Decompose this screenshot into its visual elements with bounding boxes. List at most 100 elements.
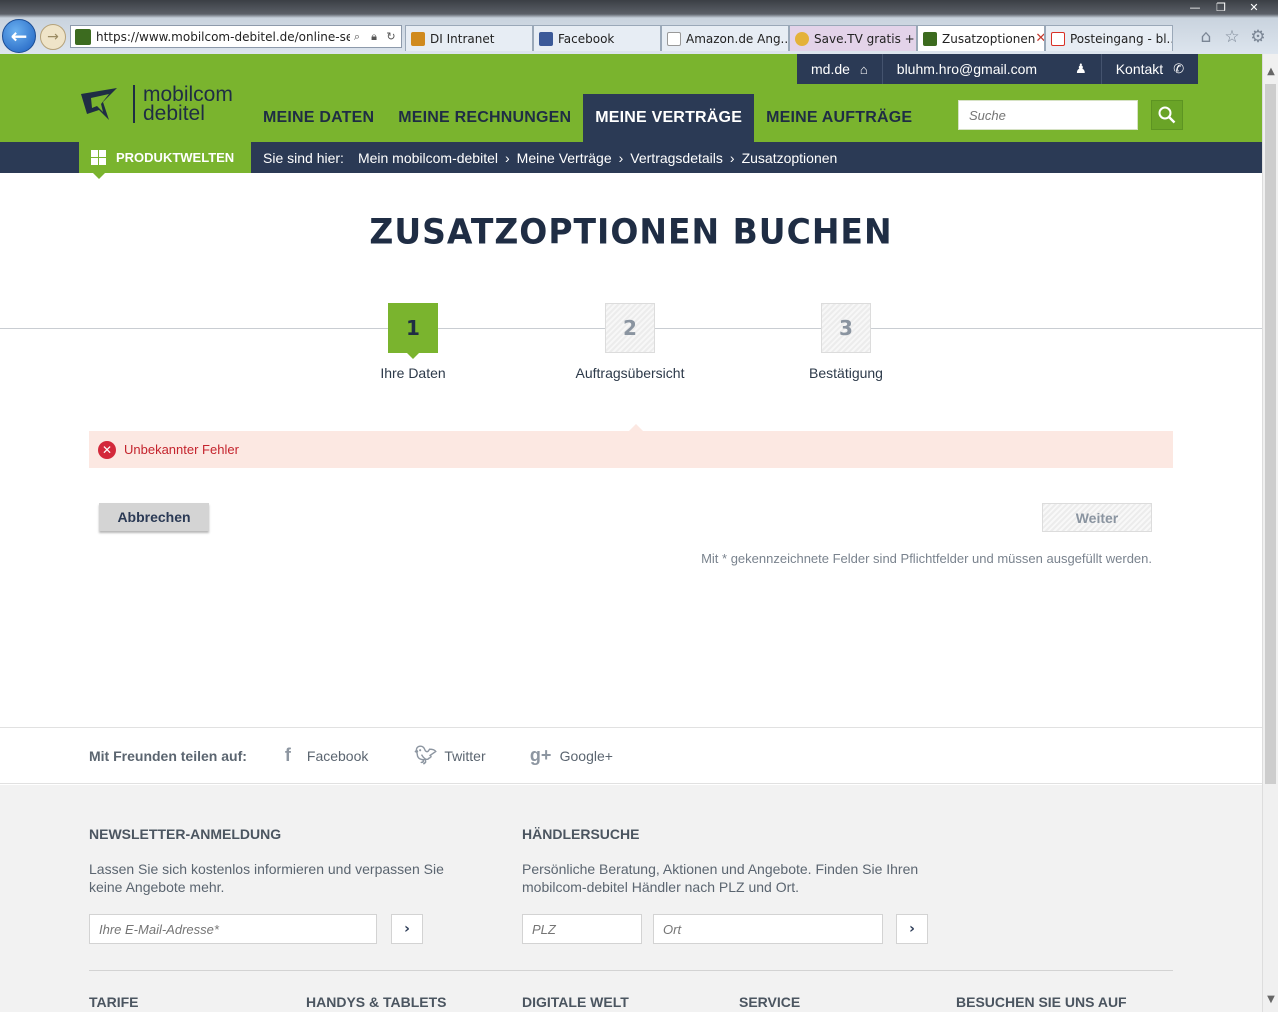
- plz-input[interactable]: [522, 914, 642, 944]
- produktwelten-button[interactable]: PRODUKTWELTEN: [79, 142, 251, 179]
- breadcrumb-separator: ›: [618, 149, 624, 166]
- footer-col-besuchen[interactable]: BESUCHEN SIE UNS AUF: [956, 994, 1127, 1010]
- logo-line-2: debitel: [143, 102, 205, 125]
- restore-button[interactable]: ❐: [1208, 0, 1234, 14]
- nav-meine-vertraege[interactable]: MEINE VERTRÄGE: [583, 94, 755, 142]
- share-googleplus-label: Google+: [559, 747, 613, 764]
- facebook-icon: f: [284, 745, 291, 765]
- error-icon: ✕: [98, 440, 116, 459]
- tab-favicon-icon: [923, 31, 937, 46]
- newsletter-heading: NEWSLETTER-ANMELDUNG: [89, 826, 282, 842]
- step-number: 3: [821, 303, 871, 353]
- footer-col-tarife[interactable]: TARIFE: [89, 994, 139, 1010]
- tab-di-intranet[interactable]: DI Intranet: [405, 25, 533, 51]
- minimize-button[interactable]: —: [1182, 0, 1208, 14]
- tab-posteingang[interactable]: Posteingang - bl...: [1045, 25, 1173, 51]
- newsletter-text: Lassen Sie sich kostenlos informieren un…: [89, 861, 444, 895]
- refresh-icon[interactable]: ↻: [384, 30, 398, 43]
- footer-col-service[interactable]: SERVICE: [739, 994, 800, 1010]
- home-icon: ⌂: [859, 61, 868, 77]
- tab-label: Zusatzoptionen: [942, 31, 1036, 46]
- tab-label: Facebook: [558, 31, 615, 46]
- scrollbar-thumb[interactable]: [1265, 84, 1276, 784]
- back-arrow-icon[interactable]: ←: [2, 19, 36, 53]
- share-googleplus-link[interactable]: g+ Google+: [530, 745, 613, 766]
- nav-meine-auftraege[interactable]: MEINE AUFTRÄGE: [754, 94, 924, 142]
- address-bar[interactable]: https://www.mobilcom-debitel.de/online-s…: [70, 25, 402, 48]
- footer-col-digitale-welt[interactable]: DIGITALE WELT: [522, 994, 629, 1010]
- tab-favicon-icon: [539, 31, 553, 46]
- tab-amazon[interactable]: Amazon.de Ang...: [661, 25, 789, 51]
- breadcrumb-item-vertraege[interactable]: Meine Verträge: [517, 150, 612, 166]
- tab-facebook[interactable]: Facebook: [533, 25, 661, 51]
- breadcrumb-item-home[interactable]: Mein mobilcom-debitel: [358, 150, 498, 166]
- home-icon[interactable]: ⌂: [1196, 27, 1216, 47]
- breadcrumb-separator: ›: [729, 149, 735, 166]
- close-window-button[interactable]: ✕: [1234, 0, 1274, 14]
- user-account-link[interactable]: bluhm.hro@gmail.com ♟: [883, 54, 1102, 84]
- search-button[interactable]: [1151, 100, 1183, 130]
- forward-arrow-icon[interactable]: →: [40, 24, 66, 50]
- logo-wordmark: mobilcom debitel: [133, 84, 233, 125]
- footer-col-handys-tablets[interactable]: HANDYS & TABLETS: [306, 994, 447, 1010]
- md-de-label: md.de: [811, 61, 850, 77]
- browser-toolbar-icons: ⌂ ☆ ⚙: [1196, 27, 1268, 47]
- search-icon[interactable]: ⌕: [350, 30, 364, 44]
- error-message-box: ✕ Unbekannter Fehler: [89, 424, 1173, 468]
- md-de-link[interactable]: md.de ⌂: [797, 54, 883, 84]
- breadcrumb: Sie sind hier: Mein mobilcom-debitel › M…: [263, 142, 837, 173]
- share-facebook-label: Facebook: [306, 747, 369, 764]
- mobilcom-debitel-logo[interactable]: mobilcom debitel: [79, 84, 233, 124]
- breadcrumb-item-vertragsdetails[interactable]: Vertragsdetails: [630, 150, 723, 166]
- footer-divider: [89, 970, 1173, 971]
- nav-meine-rechnungen[interactable]: MEINE RECHNUNGEN: [386, 94, 583, 142]
- dealer-search-submit-button[interactable]: ›: [896, 914, 928, 944]
- site-header: md.de ⌂ bluhm.hro@gmail.com ♟ Kontakt ✆ …: [0, 54, 1262, 142]
- close-tab-icon[interactable]: ✕: [1035, 31, 1044, 46]
- tab-label: DI Intranet: [430, 31, 495, 46]
- newsletter-email-input[interactable]: [89, 914, 377, 944]
- tab-savetv[interactable]: Save.TV gratis + ...: [789, 25, 917, 51]
- scroll-up-icon[interactable]: ▲: [1263, 64, 1278, 80]
- step-ihre-daten: 1 Ihre Daten: [343, 303, 483, 381]
- browser-chrome: — ❐ ✕ ← → https://www.mobilcom-debitel.d…: [0, 0, 1278, 54]
- cancel-button[interactable]: Abbrechen: [99, 503, 209, 531]
- logo-mark-icon: [81, 88, 117, 120]
- breadcrumb-label: Sie sind hier:: [263, 149, 344, 166]
- main-navigation: MEINE DATEN MEINE RECHNUNGEN MEINE VERTR…: [251, 94, 924, 142]
- chevron-right-icon: ›: [404, 921, 410, 937]
- page-title: ZUSATZOPTIONEN BUCHEN: [369, 211, 893, 252]
- produktwelten-notch: [93, 173, 105, 179]
- ort-input[interactable]: [653, 914, 883, 944]
- tab-favicon-icon: [411, 31, 425, 46]
- user-email: bluhm.hro@gmail.com: [896, 61, 1038, 77]
- tab-zusatzoptionen[interactable]: Zusatzoptionen ✕: [917, 25, 1045, 51]
- tab-label: Posteingang - bl...: [1070, 31, 1173, 46]
- contact-link[interactable]: Kontakt ✆: [1102, 54, 1198, 84]
- step-number-active: 1: [388, 303, 438, 359]
- share-twitter-link[interactable]: 🐦︎ Twitter: [414, 745, 485, 766]
- required-fields-hint: Mit * gekennzeichnete Felder sind Pflich…: [701, 551, 1152, 566]
- step-label: Bestätigung: [809, 365, 883, 381]
- lock-icon[interactable]: 🔒︎: [367, 30, 381, 44]
- step-label: Auftragsübersicht: [575, 365, 685, 381]
- step-auftragsuebersicht: 2 Auftragsübersicht: [560, 303, 700, 381]
- vertical-scrollbar[interactable]: ▲ ▼: [1262, 54, 1278, 1012]
- address-url[interactable]: https://www.mobilcom-debitel.de/online-s…: [96, 30, 350, 44]
- top-utility-bar: md.de ⌂ bluhm.hro@gmail.com ♟ Kontakt ✆: [797, 54, 1199, 84]
- gear-icon[interactable]: ⚙: [1248, 27, 1268, 47]
- phone-icon: ✆: [1173, 61, 1185, 76]
- scroll-down-icon[interactable]: ▼: [1263, 992, 1278, 1008]
- tab-favicon-icon: [795, 31, 809, 46]
- search-input[interactable]: [958, 100, 1138, 130]
- search-icon: [1158, 106, 1176, 124]
- breadcrumb-separator: ›: [505, 149, 510, 166]
- google-plus-icon: g+: [529, 745, 552, 765]
- share-facebook-link[interactable]: f Facebook: [277, 745, 368, 766]
- next-button[interactable]: Weiter: [1042, 503, 1152, 532]
- nav-meine-daten[interactable]: MEINE DATEN: [251, 94, 386, 142]
- step-number: 2: [605, 303, 655, 353]
- dealer-search-heading: HÄNDLERSUCHE: [522, 826, 640, 842]
- star-icon[interactable]: ☆: [1222, 27, 1242, 47]
- newsletter-submit-button[interactable]: ›: [391, 914, 423, 944]
